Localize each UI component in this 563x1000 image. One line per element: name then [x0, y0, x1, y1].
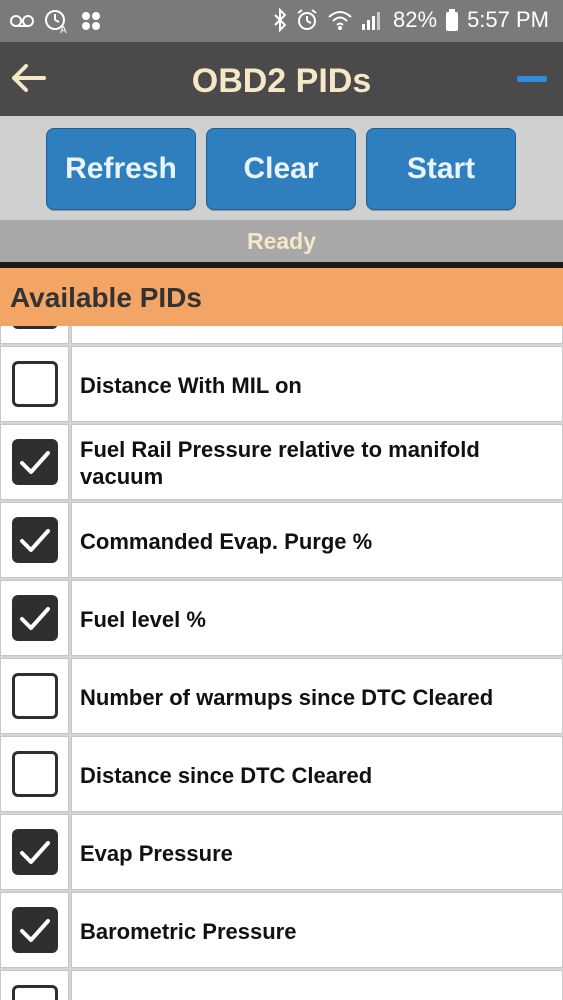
label-cell: Fuel Rail Pressure relative to manifold … — [71, 424, 563, 500]
wifi-icon — [328, 11, 352, 30]
apps-icon — [82, 12, 100, 30]
pid-label: Distance since DTC Cleared — [80, 762, 373, 788]
status-text: Ready — [246, 228, 317, 254]
checkmark-icon — [20, 451, 50, 474]
label-cell: Number of warmups since DTC Cleared — [71, 658, 563, 734]
checkbox-cell — [0, 892, 69, 968]
clear-button[interactable]: Clear — [206, 128, 356, 210]
pid-row[interactable]: Barometric Pressure — [0, 892, 563, 970]
pid-row[interactable]: Distance With MIL on — [0, 346, 563, 424]
pid-label: Fuel level % — [80, 606, 206, 632]
checkbox-cell — [0, 814, 69, 890]
checkbox-cell — [0, 970, 69, 1000]
checkmark-icon — [20, 841, 50, 864]
pid-checkbox[interactable] — [12, 673, 58, 719]
pid-checkbox[interactable] — [12, 595, 58, 641]
pid-checkbox[interactable] — [12, 439, 58, 485]
label-cell: Fuel level % — [71, 580, 563, 656]
pid-row[interactable]: Fuel level % — [0, 580, 563, 658]
checkmark-icon — [20, 607, 50, 630]
pid-label: Distance With MIL on — [80, 372, 302, 398]
checkmark-icon — [20, 529, 50, 552]
section-header: Available PIDs — [0, 268, 563, 327]
clock-time: 5:57 PM — [467, 7, 549, 32]
status-strip: Ready — [0, 220, 563, 262]
pid-checkbox[interactable] — [12, 829, 58, 875]
pid-row[interactable] — [0, 970, 563, 1000]
alarm-auto-icon: A — [45, 10, 67, 34]
label-cell: Distance since DTC Cleared — [71, 736, 563, 812]
pid-label: Commanded Evap. Purge % — [80, 528, 373, 554]
checkbox-cell — [0, 346, 69, 422]
checkbox-cell — [0, 424, 69, 500]
label-cell: Distance With MIL on — [71, 346, 563, 422]
voicemail-icon — [10, 15, 34, 27]
status-bar: A 82% 5:57 PM — [0, 0, 563, 42]
refresh-button[interactable]: Refresh — [46, 128, 196, 210]
signal-icon — [362, 12, 381, 30]
pid-row[interactable]: Fuel Rail Pressure relative to manifold … — [0, 424, 563, 502]
battery-percent: 82% — [393, 7, 438, 32]
battery-icon — [446, 9, 459, 31]
bluetooth-icon — [274, 8, 287, 32]
start-button[interactable]: Start — [366, 128, 516, 210]
pid-checkbox[interactable] — [12, 907, 58, 953]
pid-label — [80, 971, 552, 1000]
menu-button[interactable] — [517, 76, 547, 82]
checkbox-cell — [0, 736, 69, 812]
pid-checkbox[interactable] — [12, 361, 58, 407]
pid-row[interactable]: Evap Pressure — [0, 814, 563, 892]
pid-label: Evap Pressure — [80, 840, 233, 866]
pid-label — [80, 326, 552, 345]
label-cell: Barometric Pressure — [71, 892, 563, 968]
pid-list[interactable]: Distance With MIL on Fuel Rail Pressure … — [0, 326, 563, 1000]
label-cell — [71, 970, 563, 1000]
pid-row[interactable]: Commanded Evap. Purge % — [0, 502, 563, 580]
checkmark-icon — [20, 919, 50, 942]
pid-label: Number of warmups since DTC Cleared — [80, 684, 494, 710]
pid-checkbox[interactable] — [12, 326, 58, 329]
pid-checkbox[interactable] — [12, 517, 58, 563]
alarm-icon — [297, 9, 317, 30]
checkbox-cell — [0, 326, 69, 344]
pid-checkbox[interactable] — [12, 985, 58, 1000]
app-bar: OBD2 PIDs — [0, 42, 563, 116]
label-cell — [71, 326, 563, 344]
pid-label: Fuel Rail Pressure relative to manifold … — [80, 437, 480, 489]
checkbox-cell — [0, 658, 69, 734]
action-toolbar: Refresh Clear Start — [0, 116, 563, 220]
pid-checkbox[interactable] — [12, 751, 58, 797]
pid-row[interactable] — [0, 326, 563, 346]
checkbox-cell — [0, 502, 69, 578]
pid-label: Barometric Pressure — [80, 918, 297, 944]
pid-row[interactable]: Distance since DTC Cleared — [0, 736, 563, 814]
section-title: Available PIDs — [10, 282, 202, 313]
svg-text:A: A — [60, 25, 67, 34]
pid-row[interactable]: Number of warmups since DTC Cleared — [0, 658, 563, 736]
page-title: OBD2 PIDs — [191, 62, 372, 100]
label-cell: Commanded Evap. Purge % — [71, 502, 563, 578]
label-cell: Evap Pressure — [71, 814, 563, 890]
checkbox-cell — [0, 580, 69, 656]
